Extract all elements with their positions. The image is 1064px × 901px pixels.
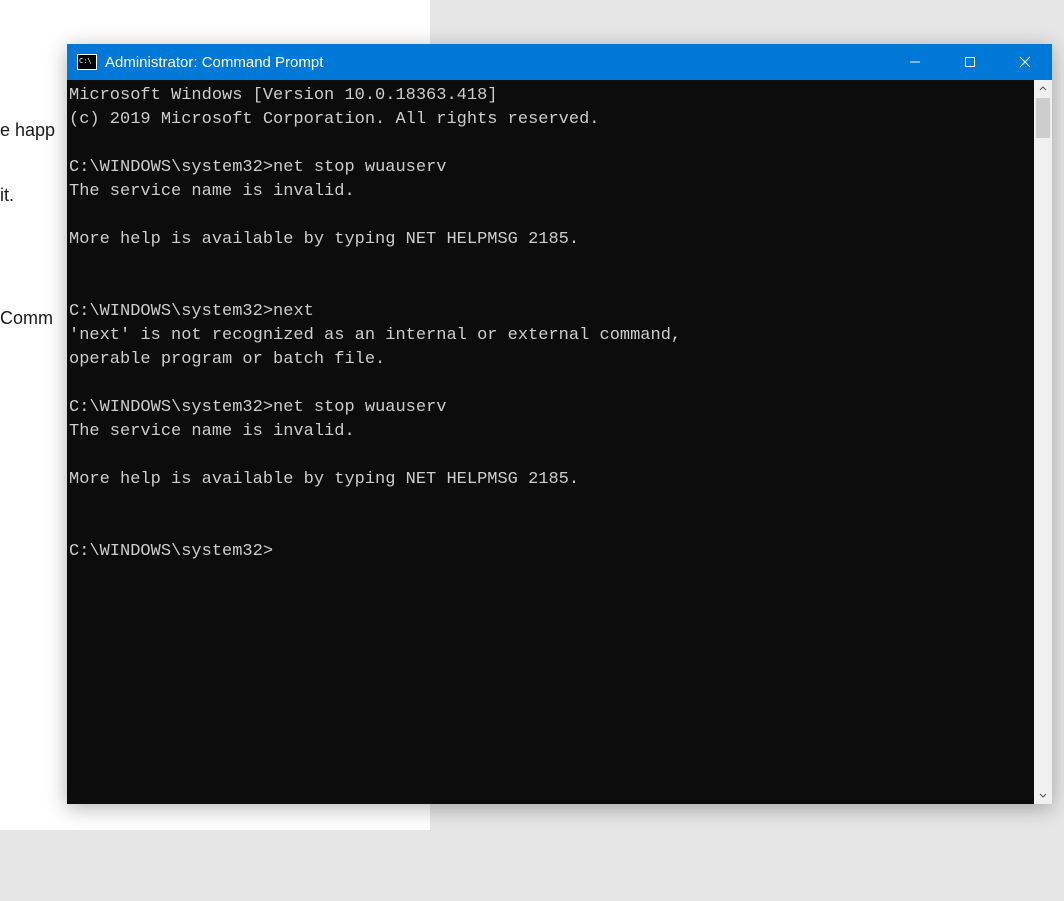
prompt: C:\WINDOWS\system32> (69, 302, 273, 321)
output-text: The service name is invalid. More help i… (69, 182, 579, 249)
background-text-fragment: it. (0, 185, 14, 206)
background-text-fragment: e happ (0, 120, 55, 141)
vertical-scrollbar[interactable] (1034, 80, 1052, 804)
output-text: 'next' is not recognized as an internal … (69, 326, 681, 369)
command-prompt-window: Administrator: Command Prompt Microsoft … (67, 44, 1052, 804)
close-button[interactable] (997, 44, 1052, 80)
background-text-fragment: Comm (0, 308, 53, 329)
prompt: C:\WINDOWS\system32> (69, 542, 273, 561)
banner-line: (c) 2019 Microsoft Corporation. All righ… (69, 110, 600, 129)
command-text: next (273, 302, 314, 321)
banner-line: Microsoft Windows [Version 10.0.18363.41… (69, 86, 497, 105)
scroll-up-arrow-icon[interactable] (1034, 80, 1052, 98)
minimize-button[interactable] (887, 44, 942, 80)
terminal-output[interactable]: Microsoft Windows [Version 10.0.18363.41… (67, 80, 1034, 804)
window-titlebar[interactable]: Administrator: Command Prompt (67, 44, 1052, 80)
prompt: C:\WINDOWS\system32> (69, 158, 273, 177)
command-text: net stop wuauserv (273, 158, 446, 177)
window-title: Administrator: Command Prompt (105, 54, 323, 71)
scroll-thumb[interactable] (1036, 98, 1050, 138)
command-text: net stop wuauserv (273, 398, 446, 417)
scroll-down-arrow-icon[interactable] (1034, 786, 1052, 804)
output-text: The service name is invalid. More help i… (69, 422, 579, 489)
cmd-icon (77, 54, 97, 70)
prompt: C:\WINDOWS\system32> (69, 398, 273, 417)
terminal-body: Microsoft Windows [Version 10.0.18363.41… (67, 80, 1052, 804)
maximize-button[interactable] (942, 44, 997, 80)
